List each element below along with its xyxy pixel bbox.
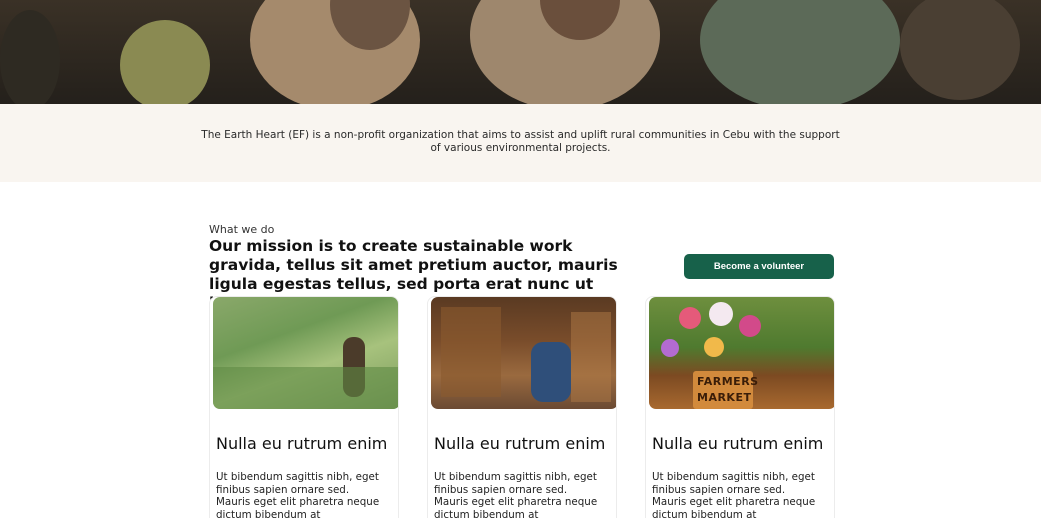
farmers-market-sign: FARMERS MARKET (693, 371, 759, 409)
intro-section: The Earth Heart (EF) is a non-profit org… (0, 104, 1041, 182)
card-body: Ut bibendum sagittis nibh, eget finibus … (434, 471, 598, 518)
intro-text: The Earth Heart (EF) is a non-profit org… (201, 129, 840, 154)
sign-line-1: FARMERS (697, 375, 759, 388)
sign-line-2: MARKET (697, 391, 752, 404)
become-volunteer-button[interactable]: Become a volunteer (684, 254, 834, 279)
project-card[interactable]: FARMERS MARKET Nulla eu rutrum enim Ut b… (645, 296, 835, 518)
card-title: Nulla eu rutrum enim (434, 434, 606, 453)
card-body: Ut bibendum sagittis nibh, eget finibus … (216, 471, 380, 518)
card-title: Nulla eu rutrum enim (652, 434, 824, 453)
project-card[interactable]: Nulla eu rutrum enim Ut bibendum sagitti… (427, 296, 617, 518)
rice-terrace-image (213, 297, 398, 409)
card-title: Nulla eu rutrum enim (216, 434, 388, 453)
farmers-market-image: FARMERS MARKET (649, 297, 834, 409)
hero-image (0, 0, 1041, 104)
card-body: Ut bibendum sagittis nibh, eget finibus … (652, 471, 816, 518)
market-stall-image (431, 297, 616, 409)
project-card[interactable]: Nulla eu rutrum enim Ut bibendum sagitti… (209, 296, 399, 518)
section-eyebrow: What we do (209, 223, 275, 236)
